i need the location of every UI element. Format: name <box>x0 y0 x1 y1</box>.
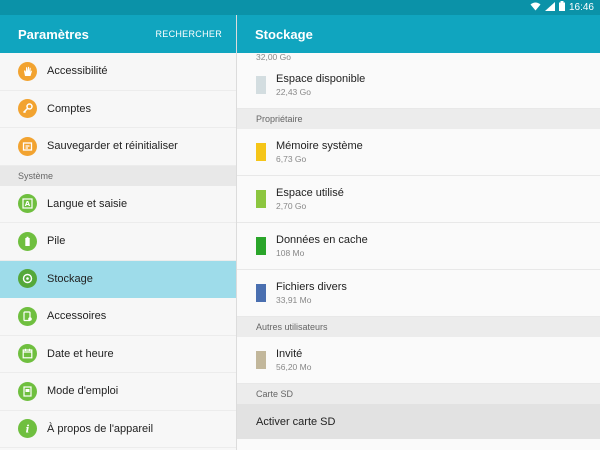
storage-row-name: Espace disponible <box>276 73 366 85</box>
menu-item-label: Accessibilité <box>47 65 108 78</box>
storage-row-cache[interactable]: Données en cache 108 Mo <box>237 223 600 270</box>
section-header-proprietaire: Propriétaire <box>237 109 600 129</box>
storage-row-name: Espace utilisé <box>276 187 344 199</box>
menu-item-label: Langue et saisie <box>47 197 128 210</box>
storage-row-misc-files[interactable]: Fichiers divers 33,91 Mo <box>237 270 600 317</box>
storage-row-size: 56,20 Mo <box>276 362 312 372</box>
language-icon: A <box>18 194 37 214</box>
total-size: 32,00 Go <box>256 53 291 62</box>
section-header-autres-utilisateurs: Autres utilisateurs <box>237 317 600 337</box>
color-swatch <box>256 237 266 255</box>
menu-item-mode-emploi[interactable]: Mode d'emploi <box>0 373 236 411</box>
menu-item-comptes[interactable]: Comptes <box>0 91 236 128</box>
color-swatch <box>256 190 266 208</box>
menu-item-label: À propos de l'appareil <box>47 422 154 435</box>
menu-item-label: Date et heure <box>47 347 114 360</box>
menu-item-label: Mode d'emploi <box>47 385 119 398</box>
menu-item-sauvegarder[interactable]: Sauvegarder et réinitialiser <box>0 128 236 166</box>
storage-row-size: 33,91 Mo <box>276 295 312 305</box>
menu-item-label: Accessoires <box>47 310 107 323</box>
color-swatch <box>256 351 266 369</box>
color-swatch <box>256 143 266 161</box>
settings-menu-pane: Paramètres RECHERCHER Accessibilité Comp… <box>0 15 237 450</box>
section-header-carte-sd: Carte SD <box>237 384 600 404</box>
hand-icon <box>18 61 37 81</box>
menu-item-accessoires[interactable]: Accessoires <box>0 298 236 336</box>
menu-item-langue[interactable]: A Langue et saisie <box>0 186 236 223</box>
menu-item-date-heure[interactable]: Date et heure <box>0 336 236 373</box>
calendar-icon <box>18 344 37 364</box>
storage-row-used-space[interactable]: Espace utilisé 2,70 Go <box>237 176 600 223</box>
manual-icon <box>18 381 37 401</box>
storage-row-size: 22,43 Go <box>276 87 311 97</box>
storage-row-name: Données en cache <box>276 234 368 246</box>
storage-row-name: Invité <box>276 348 303 360</box>
storage-row-available[interactable]: Espace disponible 22,43 Go <box>237 62 600 109</box>
menu-item-stockage[interactable]: Stockage <box>0 260 236 298</box>
status-bar: 16:46 <box>0 0 600 15</box>
color-swatch <box>256 76 266 94</box>
accessories-icon <box>18 306 37 326</box>
storage-row-size: 2,70 Go <box>276 201 307 211</box>
storage-row-name: Mémoire système <box>276 140 363 152</box>
svg-text:i: i <box>26 425 30 435</box>
battery-icon <box>18 231 37 251</box>
storage-row-system-memory[interactable]: Mémoire système 6,73 Go <box>237 129 600 176</box>
backup-icon <box>18 136 37 156</box>
menu-item-label: Sauvegarder et réinitialiser <box>47 140 178 153</box>
section-header-systeme: Système <box>0 165 236 186</box>
settings-title: Paramètres <box>18 26 89 42</box>
battery-icon <box>558 1 565 14</box>
menu-item-accessibilite[interactable]: Accessibilité <box>0 53 236 91</box>
menu-item-label: Pile <box>47 235 66 248</box>
menu-item-pile[interactable]: Pile <box>0 223 236 261</box>
storage-icon <box>18 269 37 289</box>
signal-icon <box>544 1 555 14</box>
search-button[interactable]: RECHERCHER <box>155 29 222 39</box>
key-icon <box>18 99 37 119</box>
menu-item-a-propos[interactable]: i À propos de l'appareil <box>0 411 236 448</box>
storage-title: Stockage <box>237 15 600 53</box>
status-time: 16:46 <box>568 2 594 13</box>
storage-row-guest[interactable]: Invité 56,20 Mo <box>237 337 600 384</box>
storage-row-size: 6,73 Go <box>276 154 307 164</box>
menu-item-label: Comptes <box>47 102 92 115</box>
info-icon: i <box>18 419 37 439</box>
wifi-icon <box>530 2 541 14</box>
menu-item-label: Stockage <box>47 272 93 285</box>
color-swatch <box>256 284 266 302</box>
svg-text:A: A <box>25 200 31 208</box>
activate-sd-card-button[interactable]: Activer carte SD <box>237 404 600 439</box>
storage-row-name: Fichiers divers <box>276 281 347 293</box>
storage-row-size: 108 Mo <box>276 248 305 258</box>
storage-detail-pane: Stockage 32,00 Go Espace disponible 22,4… <box>237 15 600 450</box>
settings-header: Paramètres RECHERCHER <box>0 15 236 53</box>
